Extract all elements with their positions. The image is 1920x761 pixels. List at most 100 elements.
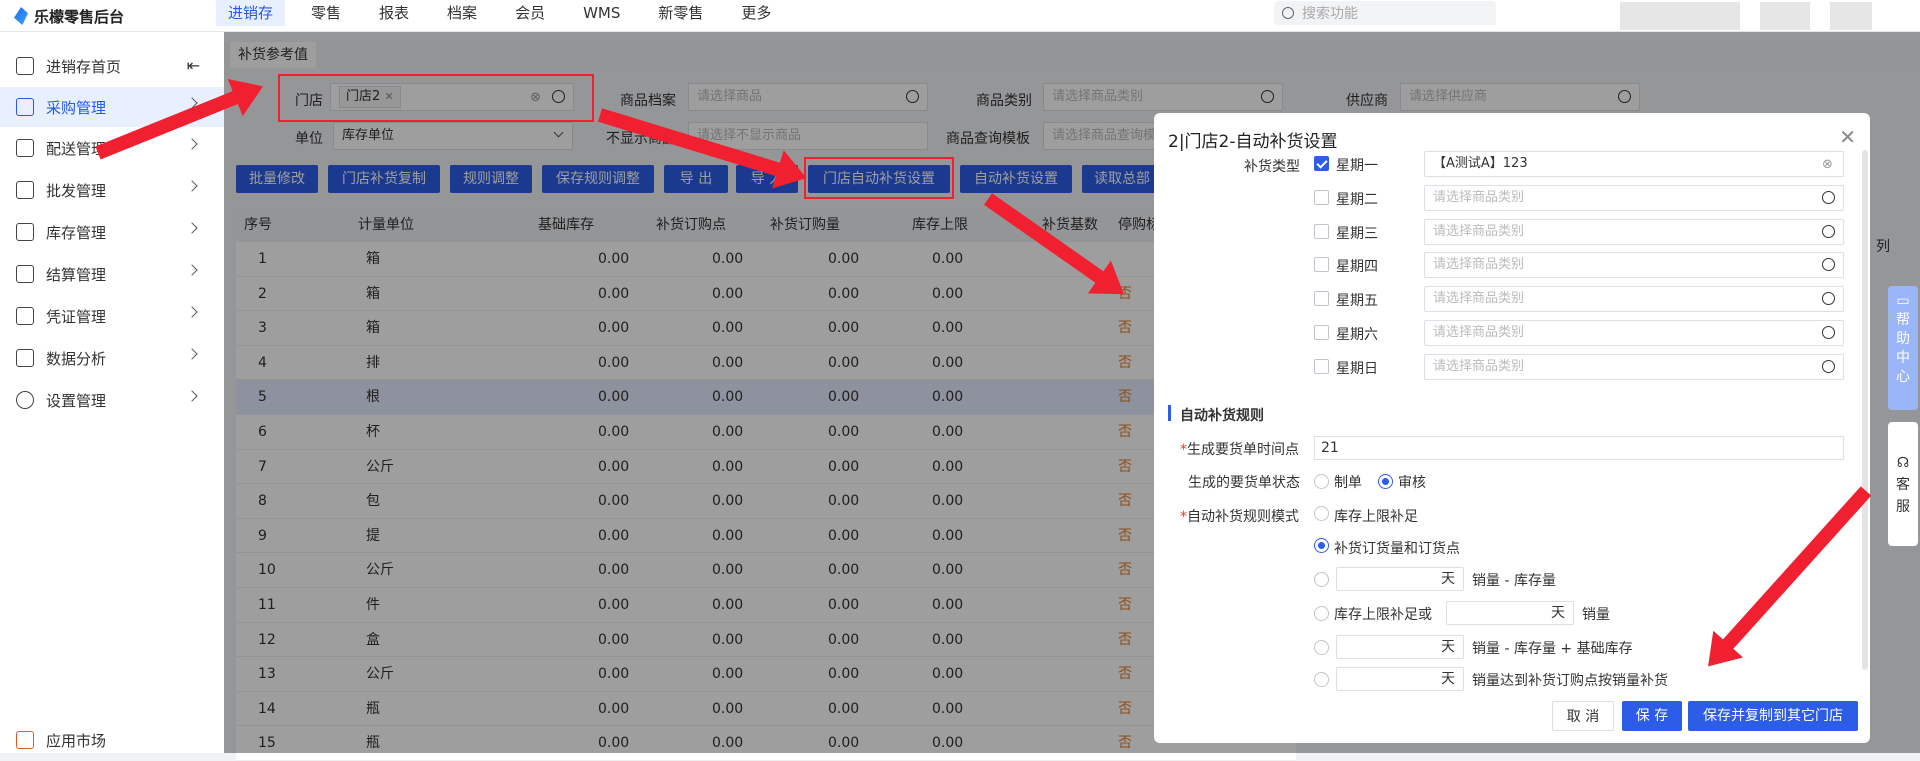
box-icon — [16, 139, 34, 157]
weekday-category-value: 请选择商品类别 — [1433, 257, 1525, 273]
modal-scrollbar[interactable] — [1862, 150, 1868, 670]
formula4-text: 销量达到补货订购点按销量补货 — [1472, 673, 1668, 689]
search-icon[interactable] — [1822, 258, 1835, 272]
toolbar-block-2[interactable] — [1830, 2, 1872, 30]
chevron-right-icon — [186, 264, 198, 276]
toolbar-block[interactable] — [1760, 2, 1810, 30]
weekday-row: 星期四 请选择商品类别 — [1154, 248, 1870, 282]
gear-icon — [16, 391, 34, 409]
formula2-days-input[interactable]: 天 — [1446, 601, 1574, 625]
weekday-row: 星期一 【A测试A】123 ⊗ — [1154, 147, 1870, 181]
search-icon[interactable] — [1822, 190, 1835, 204]
weekday-checkbox[interactable] — [1314, 257, 1329, 273]
dollar-icon — [16, 265, 34, 283]
customer-service-widget[interactable]: ☊ 客服 — [1888, 422, 1918, 546]
weekday-row: 星期二 请选择商品类别 — [1154, 181, 1870, 215]
weekday-category-input[interactable]: 请选择商品类别 — [1424, 218, 1844, 245]
sidebar-item-stock[interactable]: 库存管理 — [0, 212, 224, 252]
nav-wms[interactable]: WMS — [571, 0, 632, 26]
sidebar-item-settings[interactable]: 设置管理 — [0, 380, 224, 420]
weekday-row: 星期三 请选择商品类别 — [1154, 215, 1870, 249]
formula1-days-input[interactable]: 天 — [1336, 567, 1464, 591]
sidebar-item-home[interactable]: 进销存首页 ⇤ — [0, 46, 224, 86]
formula2-text-b: 销量 — [1582, 607, 1610, 623]
section-bar — [1168, 405, 1171, 421]
weekday-category-input[interactable]: 请选择商品类别 — [1424, 320, 1844, 346]
search-icon[interactable] — [1822, 224, 1835, 238]
cancel-button[interactable]: 取 消 — [1552, 701, 1614, 731]
sidebar-item-analytics[interactable]: 数据分析 — [0, 338, 224, 378]
collapse-icon[interactable]: ⇤ — [187, 56, 200, 75]
nav-archive[interactable]: 档案 — [435, 0, 489, 26]
save-button[interactable]: 保 存 — [1622, 701, 1682, 731]
help-center-widget[interactable]: ▭ 帮助中心 — [1888, 286, 1918, 410]
weekday-label: 星期一 — [1336, 158, 1378, 174]
status-approve-label: 审核 — [1398, 475, 1426, 491]
status-draft-radio[interactable] — [1314, 474, 1329, 489]
search-input[interactable]: 搜索功能 — [1274, 1, 1496, 25]
nav-jxc[interactable]: 进销存 — [216, 0, 286, 26]
search-icon — [1282, 7, 1294, 19]
formula4-days-input[interactable]: 天 — [1336, 667, 1464, 691]
weekday-checkbox[interactable] — [1314, 325, 1329, 340]
weekday-category-input[interactable]: 请选择商品类别 — [1424, 353, 1844, 380]
weekday-checkbox[interactable] — [1314, 156, 1329, 171]
formula2-radio[interactable] — [1314, 606, 1329, 621]
annotation-box-store — [278, 74, 594, 122]
weekday-category-input[interactable]: 请选择商品类别 — [1424, 286, 1844, 313]
nav-report[interactable]: 报表 — [367, 0, 421, 26]
weekday-category-value: 请选择商品类别 — [1433, 325, 1525, 340]
headset-icon: ☊ — [1896, 455, 1910, 471]
weekday-checkbox[interactable] — [1314, 189, 1329, 205]
formula1-text: 销量 - 库存量 — [1472, 573, 1556, 589]
app-logo[interactable]: 乐檬零售后台 — [14, 4, 124, 28]
grid-icon — [16, 181, 34, 199]
close-icon[interactable]: ✕ — [1839, 125, 1856, 149]
weekday-category-input[interactable]: 请选择商品类别 — [1424, 252, 1844, 279]
top-bar: 乐檬零售后台 进销存 零售 报表 档案 会员 WMS 新零售 更多 搜索功能 — [0, 0, 1920, 32]
weekday-category-input[interactable]: 请选择商品类别 — [1424, 184, 1844, 211]
annotation-box-store-auto — [804, 157, 954, 199]
mode-max-label: 库存上限补足 — [1334, 509, 1418, 525]
nav-more[interactable]: 更多 — [729, 0, 783, 26]
save-copy-button[interactable]: 保存并复制到其它门店 — [1688, 701, 1858, 731]
weekday-checkbox[interactable] — [1314, 358, 1329, 374]
formula4-radio[interactable] — [1314, 672, 1329, 687]
clear-icon[interactable]: ⊗ — [1822, 153, 1835, 172]
mode-max-radio[interactable] — [1314, 506, 1329, 521]
user-info[interactable] — [1620, 2, 1740, 30]
chevron-right-icon — [186, 222, 198, 234]
weekday-label: 星期四 — [1336, 259, 1378, 276]
formula3-text: 销量 - 库存量 + 基础库存 — [1472, 641, 1633, 657]
search-icon[interactable] — [1822, 292, 1835, 306]
sidebar-item-wholesale[interactable]: 批发管理 — [0, 170, 224, 210]
sidebar-item-settlement[interactable]: 结算管理 — [0, 254, 224, 294]
formula1-radio[interactable] — [1314, 572, 1329, 587]
nav-new-retail[interactable]: 新零售 — [646, 0, 715, 26]
time-input[interactable]: 21 — [1314, 436, 1844, 460]
formula3-radio[interactable] — [1314, 640, 1329, 655]
formula2-text-a: 库存上限补足或 — [1334, 607, 1432, 623]
logo-icon — [14, 7, 28, 25]
minus-box-icon — [16, 223, 34, 241]
search-icon[interactable] — [1822, 359, 1835, 373]
weekday-category-input[interactable]: 【A测试A】123 ⊗ — [1424, 151, 1844, 177]
weekday-category-value: 请选择商品类别 — [1433, 291, 1525, 307]
nav-member[interactable]: 会员 — [503, 0, 557, 26]
weekday-checkbox[interactable] — [1314, 291, 1329, 307]
search-icon[interactable] — [1822, 326, 1835, 339]
mode-order-radio[interactable] — [1314, 538, 1329, 553]
nav-retail[interactable]: 零售 — [299, 0, 353, 26]
document-icon — [16, 307, 34, 325]
status-approve-radio[interactable] — [1378, 474, 1393, 489]
formula3-days-input[interactable]: 天 — [1336, 635, 1464, 659]
sidebar-item-app-market[interactable]: 应用市场 — [0, 720, 224, 760]
weekday-category-value: 请选择商品类别 — [1433, 358, 1525, 374]
weekday-checkbox[interactable] — [1314, 223, 1329, 239]
rules-title: 自动补货规则 — [1180, 408, 1264, 424]
chevron-right-icon — [186, 306, 198, 318]
weekday-row: 星期五 请选择商品类别 — [1154, 282, 1870, 316]
sidebar-item-voucher[interactable]: 凭证管理 — [0, 296, 224, 336]
chevron-right-icon — [186, 348, 198, 360]
weekday-label: 星期五 — [1336, 293, 1378, 310]
